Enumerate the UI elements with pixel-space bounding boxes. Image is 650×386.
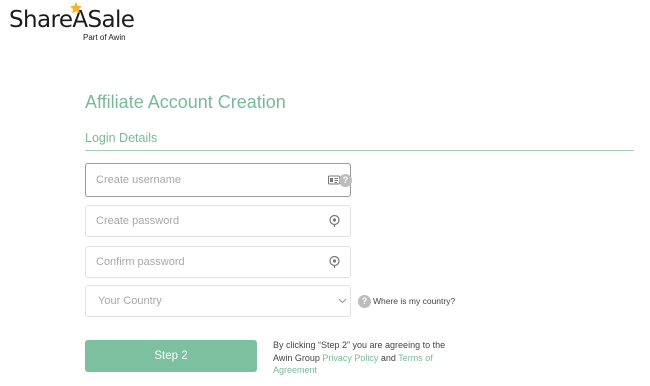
username-field-wrapper xyxy=(85,163,351,197)
confirm-password-field-wrapper xyxy=(85,246,351,278)
country-field-wrapper: Your Country xyxy=(85,285,351,317)
logo-tagline: Part of Awin xyxy=(83,33,126,42)
shareasale-logo[interactable]: ShareASale Part of Awin xyxy=(9,1,139,46)
password-field-wrapper xyxy=(85,205,351,237)
country-help-icon[interactable]: ? xyxy=(358,295,371,308)
section-title: Login Details xyxy=(85,131,158,145)
page-title: Affiliate Account Creation xyxy=(85,92,286,112)
star-icon xyxy=(69,1,83,14)
section-divider xyxy=(85,150,634,151)
chevron-down-icon xyxy=(338,298,347,304)
username-help-icon[interactable]: ? xyxy=(339,174,352,187)
step-2-button[interactable]: Step 2 xyxy=(85,340,257,372)
where-is-my-country-link[interactable]: Where is my country? xyxy=(373,296,455,306)
terms-notice: By clicking “Step 2” you are agreeing to… xyxy=(273,339,463,377)
password-input[interactable] xyxy=(86,206,316,236)
eye-icon[interactable] xyxy=(329,255,340,269)
confirm-password-input[interactable] xyxy=(86,247,316,277)
country-select[interactable]: Your Country xyxy=(86,286,326,316)
privacy-policy-link[interactable]: Privacy Policy xyxy=(322,353,378,363)
terms-conjunction: and xyxy=(378,352,399,363)
username-input[interactable] xyxy=(86,164,316,196)
eye-icon[interactable] xyxy=(329,214,340,228)
